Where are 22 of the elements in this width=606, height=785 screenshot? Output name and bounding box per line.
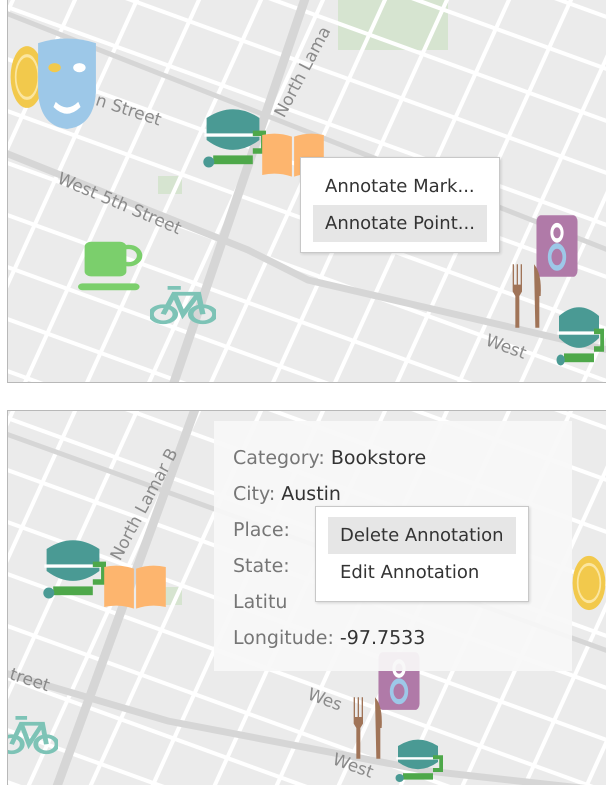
street-label: West [330,752,376,782]
field-value: -97.7533 [340,626,426,651]
menu-item[interactable]: Annotate Mark... [313,168,487,205]
street-label: Wes [305,686,344,714]
field-label: Longitude: [233,626,334,651]
street-label: treet [8,666,52,696]
field-label: Latitu [233,590,288,615]
grill-icon [393,738,443,785]
speaker-icon [535,213,579,279]
field-value: Austin [281,482,341,507]
street-label: West [483,332,528,363]
field-label: City: [233,482,276,507]
field-label: State: [233,554,290,579]
menu-item[interactable]: Delete Annotation [328,517,516,554]
menu-item[interactable]: Edit Annotation [328,554,516,591]
street-label: n Street [93,92,164,130]
field-value: Bookstore [330,446,426,471]
menu-item[interactable]: Annotate Point... [313,205,487,242]
theater-mask-icon [36,37,98,129]
coffee-cup-icon [78,240,144,292]
field-label: Category: [233,446,325,471]
field-label: Place: [233,518,290,543]
